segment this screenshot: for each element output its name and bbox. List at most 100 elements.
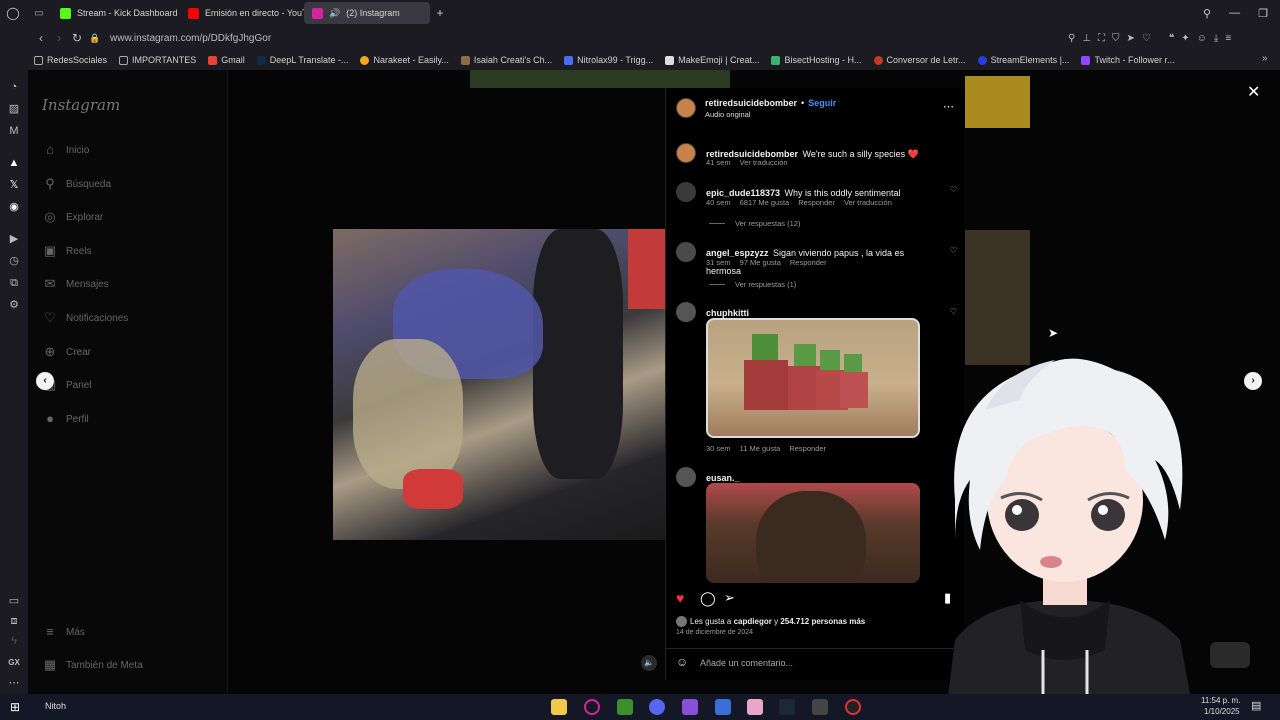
comment-user[interactable]: angel_espzyzz xyxy=(706,248,769,258)
comment-input[interactable]: Añade un comentario... xyxy=(700,658,793,668)
clock-date[interactable]: 1/10/2025 xyxy=(1204,707,1240,716)
nav-crear[interactable]: ⊕ Crear xyxy=(42,344,91,360)
x-icon[interactable]: 𝕏 xyxy=(7,178,21,192)
like-comment-icon[interactable]: ♡ xyxy=(950,185,957,194)
avatar[interactable] xyxy=(676,143,696,163)
avatar[interactable] xyxy=(676,616,687,627)
zoom-icon[interactable]: ⚲ xyxy=(1068,33,1075,44)
bookmark-item[interactable]: StreamElements |... xyxy=(977,55,1069,65)
tab-youtube[interactable]: Emisión en directo - YouT xyxy=(180,2,304,24)
minimize-icon[interactable]: — xyxy=(1229,7,1240,19)
comment-time[interactable]: 40 sem xyxy=(706,198,731,207)
comment-user[interactable]: eusan._ xyxy=(706,473,740,483)
view-replies[interactable]: Ver respuestas (1) xyxy=(709,280,796,289)
view-replies[interactable]: Ver respuestas (12) xyxy=(709,219,800,228)
download-icon[interactable]: ⤓ xyxy=(1214,33,1218,44)
flame-icon[interactable]: ϟ xyxy=(7,634,21,648)
forward-icon[interactable]: › xyxy=(50,31,68,45)
wallet-icon[interactable]: ▭ xyxy=(7,594,21,608)
app-icon[interactable] xyxy=(747,699,763,715)
bookmark-item[interactable]: BisectHosting - H... xyxy=(771,55,862,65)
menu-icon[interactable]: ≡ xyxy=(1225,33,1231,44)
discord-icon[interactable]: ◉ xyxy=(7,200,21,214)
previous-post-button[interactable]: ‹ xyxy=(36,372,54,390)
reply-link[interactable]: Responder xyxy=(798,198,835,207)
comment-time[interactable]: 41 sem xyxy=(706,158,731,167)
likes-count[interactable]: 254.712 personas más xyxy=(780,617,865,626)
avatar[interactable] xyxy=(676,242,696,262)
account-icon[interactable]: ☺ xyxy=(1197,33,1207,44)
reply-link[interactable]: Responder xyxy=(790,258,827,267)
nav-explorar[interactable]: ◎ Explorar xyxy=(42,209,103,225)
bookmark-item[interactable]: Nitrolax99 - Trigg... xyxy=(564,55,653,65)
nav-perfil[interactable]: ● Perfil xyxy=(42,411,89,427)
opera-gx-logo-icon[interactable]: ◯ xyxy=(0,6,26,20)
post-video[interactable] xyxy=(333,229,665,540)
back-icon[interactable]: ‹ xyxy=(32,31,50,45)
tab-kick-dashboard[interactable]: Stream - Kick Dashboard xyxy=(52,2,180,24)
kick-rail-icon[interactable]: ▲ xyxy=(7,156,21,170)
mute-icon[interactable]: 🔈 xyxy=(641,655,657,671)
send-icon[interactable]: ➤ xyxy=(1127,33,1135,44)
speaker-icon[interactable]: 🔊 xyxy=(329,8,340,19)
image-attachment[interactable] xyxy=(706,483,920,583)
discord-taskbar-icon[interactable] xyxy=(649,699,665,715)
post-author[interactable]: retiredsuicidebomber xyxy=(705,98,797,108)
bookmark-item[interactable]: Twitch - Follower r... xyxy=(1081,55,1174,65)
notifications-icon[interactable]: ▤ xyxy=(1251,699,1261,712)
comment-icon[interactable]: ◯ xyxy=(700,590,716,607)
nav-tambien-de-meta[interactable]: ▦ También de Meta xyxy=(42,657,143,673)
post-date[interactable]: 14 de diciembre de 2024 xyxy=(676,629,753,636)
reply-link[interactable]: Responder xyxy=(789,444,826,453)
app-icon[interactable] xyxy=(715,699,731,715)
nav-mas[interactable]: ≡ Más xyxy=(42,624,85,640)
next-post-button[interactable]: › xyxy=(1244,372,1262,390)
extensions-icon[interactable]: ⧉ xyxy=(7,276,21,290)
bookmark-item[interactable]: Isaiah Creati's Ch... xyxy=(460,55,552,65)
puzzle-icon[interactable]: ✦ xyxy=(1181,33,1189,44)
avatar[interactable] xyxy=(676,98,696,118)
bookmark-item[interactable]: Gmail xyxy=(208,55,245,65)
follow-button[interactable]: Seguir xyxy=(808,98,836,108)
bookmark-item[interactable]: Conversor de Letr... xyxy=(873,55,966,65)
translate-link[interactable]: Ver traducción xyxy=(844,198,892,207)
nav-reels[interactable]: ▣ Reels xyxy=(42,243,92,259)
gif-attachment[interactable] xyxy=(706,318,920,438)
bookmark-item[interactable]: DeepL Translate -... xyxy=(256,55,348,65)
emoji-icon[interactable]: ☺ xyxy=(676,655,688,669)
windows-start-icon[interactable]: ⊞ xyxy=(10,700,20,714)
restore-icon[interactable]: ❐ xyxy=(1258,7,1268,20)
bookmark-item[interactable]: IMPORTANTES xyxy=(119,55,196,65)
share-icon[interactable]: ➢ xyxy=(724,590,735,606)
player-icon[interactable]: ▶ xyxy=(7,232,21,246)
comment-time[interactable]: 31 sem xyxy=(706,258,731,267)
translate-link[interactable]: Ver traducción xyxy=(740,158,788,167)
settings-icon[interactable]: ⚙ xyxy=(7,298,21,312)
avatar[interactable] xyxy=(676,182,696,202)
search-tabs-icon[interactable]: ⚲ xyxy=(1203,7,1211,20)
gx-icon[interactable]: GX xyxy=(7,656,21,670)
avatar[interactable] xyxy=(676,302,696,322)
tab-menu-icon[interactable]: ▭ xyxy=(26,8,52,19)
likes-user[interactable]: capdiegor xyxy=(734,617,772,626)
snapshot-icon[interactable]: ⛶ xyxy=(1098,33,1105,44)
news-icon[interactable]: ▨ xyxy=(7,102,21,116)
comment-user[interactable]: chuphkitti xyxy=(706,308,749,318)
clock-time[interactable]: 11:54 p. m. xyxy=(1201,696,1240,705)
opera-gx-icon[interactable] xyxy=(584,699,600,715)
new-tab-button[interactable]: + xyxy=(430,6,450,20)
bookmark-item[interactable]: MakeEmoji | Creat... xyxy=(665,55,759,65)
shield-icon[interactable]: ⛉ xyxy=(1112,33,1120,44)
like-icon[interactable]: ♥ xyxy=(676,590,684,606)
comment-user[interactable]: epic_dude118373 xyxy=(706,188,780,198)
heart-icon[interactable]: ♡ xyxy=(1142,33,1151,44)
nav-inicio[interactable]: ⌂ Inicio xyxy=(42,142,89,158)
more-dots-icon[interactable]: ⋯ xyxy=(7,676,21,690)
lock-icon[interactable]: 🔒 xyxy=(86,33,104,44)
file-explorer-icon[interactable] xyxy=(551,699,567,715)
minecraft-icon[interactable] xyxy=(617,699,633,715)
like-comment-icon[interactable]: ♡ xyxy=(950,307,957,316)
like-comment-icon[interactable]: ♡ xyxy=(950,246,957,255)
pin-icon[interactable]: ⊥ xyxy=(1082,33,1091,44)
comment-likes[interactable]: 6817 Me gusta xyxy=(740,198,790,207)
